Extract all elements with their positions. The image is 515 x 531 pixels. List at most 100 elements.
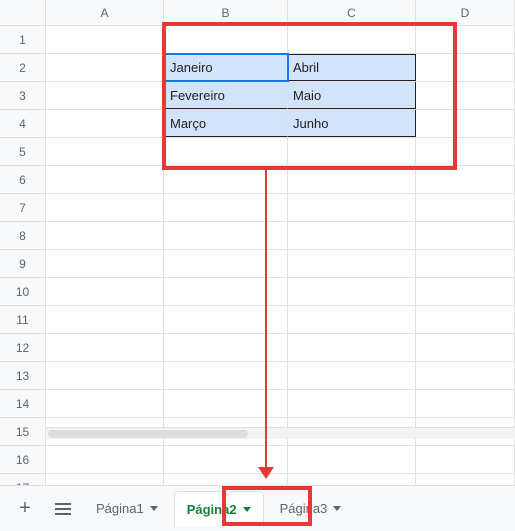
cell-C1[interactable]	[288, 26, 416, 53]
col-header-B[interactable]: B	[164, 0, 288, 25]
cell-A3[interactable]	[46, 82, 164, 109]
cell-C14[interactable]	[288, 390, 416, 417]
sheet-tab-label: Página2	[187, 502, 237, 517]
cell-C16[interactable]	[288, 446, 416, 473]
cell-A9[interactable]	[46, 250, 164, 277]
cell-D6[interactable]	[416, 166, 515, 193]
row-header-15[interactable]: 15	[0, 418, 46, 445]
cell-B12[interactable]	[164, 334, 288, 361]
row-header-9[interactable]: 9	[0, 250, 46, 277]
cell-A12[interactable]	[46, 334, 164, 361]
cell-D9[interactable]	[416, 250, 515, 277]
col-header-A[interactable]: A	[46, 0, 164, 25]
cell-D10[interactable]	[416, 278, 515, 305]
cell-C10[interactable]	[288, 278, 416, 305]
cell-A13[interactable]	[46, 362, 164, 389]
cell-D12[interactable]	[416, 334, 515, 361]
row-header-14[interactable]: 14	[0, 390, 46, 417]
cell-D2[interactable]	[416, 54, 515, 81]
sheet-tab-label: Página1	[96, 501, 144, 516]
cell-B7[interactable]	[164, 194, 288, 221]
sheet-tab-3[interactable]: Página3	[268, 491, 354, 527]
menu-icon	[55, 503, 71, 515]
all-sheets-button[interactable]	[46, 492, 80, 526]
cell-C11[interactable]	[288, 306, 416, 333]
cell-D16[interactable]	[416, 446, 515, 473]
cell-B3[interactable]: Fevereiro	[164, 82, 288, 109]
row-header-16[interactable]: 16	[0, 446, 46, 473]
spreadsheet-grid[interactable]: A B C D 1 2 Janeiro Abril 3 Fevereiro Ma…	[0, 0, 515, 485]
column-headers: A B C D	[0, 0, 515, 26]
cell-A11[interactable]	[46, 306, 164, 333]
row-header-2[interactable]: 2	[0, 54, 46, 81]
annotation-arrow-line	[265, 170, 267, 470]
row-header-6[interactable]: 6	[0, 166, 46, 193]
cell-A1[interactable]	[46, 26, 164, 53]
sheet-tabbar: + Página1 Página2 Página3	[0, 485, 515, 531]
cell-B5[interactable]	[164, 138, 288, 165]
horizontal-scrollbar[interactable]	[46, 427, 515, 439]
cell-B2[interactable]: Janeiro	[164, 54, 288, 81]
cell-D8[interactable]	[416, 222, 515, 249]
row-header-8[interactable]: 8	[0, 222, 46, 249]
cell-C13[interactable]	[288, 362, 416, 389]
cell-B8[interactable]	[164, 222, 288, 249]
col-header-C[interactable]: C	[288, 0, 416, 25]
cell-C2[interactable]: Abril	[288, 54, 416, 81]
scrollbar-thumb[interactable]	[48, 430, 248, 438]
cell-D4[interactable]	[416, 110, 515, 137]
cell-C8[interactable]	[288, 222, 416, 249]
cell-A6[interactable]	[46, 166, 164, 193]
cell-B1[interactable]	[164, 26, 288, 53]
row-header-5[interactable]: 5	[0, 138, 46, 165]
row-header-12[interactable]: 12	[0, 334, 46, 361]
cell-D14[interactable]	[416, 390, 515, 417]
cell-B14[interactable]	[164, 390, 288, 417]
cell-B10[interactable]	[164, 278, 288, 305]
cell-A7[interactable]	[46, 194, 164, 221]
row-header-10[interactable]: 10	[0, 278, 46, 305]
sheet-tab-2[interactable]: Página2	[174, 491, 264, 527]
row-header-1[interactable]: 1	[0, 26, 46, 53]
chevron-down-icon	[333, 506, 341, 511]
row-header-11[interactable]: 11	[0, 306, 46, 333]
sheet-tab-1[interactable]: Página1	[84, 491, 170, 527]
row-header-4[interactable]: 4	[0, 110, 46, 137]
cell-C9[interactable]	[288, 250, 416, 277]
add-sheet-button[interactable]: +	[8, 492, 42, 526]
cell-D7[interactable]	[416, 194, 515, 221]
cell-A2[interactable]	[46, 54, 164, 81]
cell-B11[interactable]	[164, 306, 288, 333]
cell-B9[interactable]	[164, 250, 288, 277]
cell-C12[interactable]	[288, 334, 416, 361]
cell-B4[interactable]: Março	[164, 110, 288, 137]
cell-C7[interactable]	[288, 194, 416, 221]
plus-icon: +	[19, 497, 31, 520]
select-all-corner[interactable]	[0, 0, 46, 25]
cell-A10[interactable]	[46, 278, 164, 305]
cell-D1[interactable]	[416, 26, 515, 53]
cell-D3[interactable]	[416, 82, 515, 109]
cell-A16[interactable]	[46, 446, 164, 473]
cell-D11[interactable]	[416, 306, 515, 333]
cell-D13[interactable]	[416, 362, 515, 389]
cell-C4[interactable]: Junho	[288, 110, 416, 137]
cell-C3[interactable]: Maio	[288, 82, 416, 109]
col-header-D[interactable]: D	[416, 0, 515, 25]
row-header-7[interactable]: 7	[0, 194, 46, 221]
sheet-tab-label: Página3	[280, 501, 328, 516]
cell-D5[interactable]	[416, 138, 515, 165]
cell-C5[interactable]	[288, 138, 416, 165]
chevron-down-icon	[243, 507, 251, 512]
row-header-3[interactable]: 3	[0, 82, 46, 109]
cell-B6[interactable]	[164, 166, 288, 193]
cell-A8[interactable]	[46, 222, 164, 249]
row-header-13[interactable]: 13	[0, 362, 46, 389]
chevron-down-icon	[150, 506, 158, 511]
cell-B13[interactable]	[164, 362, 288, 389]
cell-A14[interactable]	[46, 390, 164, 417]
annotation-arrow-head	[258, 467, 274, 479]
cell-C6[interactable]	[288, 166, 416, 193]
cell-A5[interactable]	[46, 138, 164, 165]
cell-A4[interactable]	[46, 110, 164, 137]
